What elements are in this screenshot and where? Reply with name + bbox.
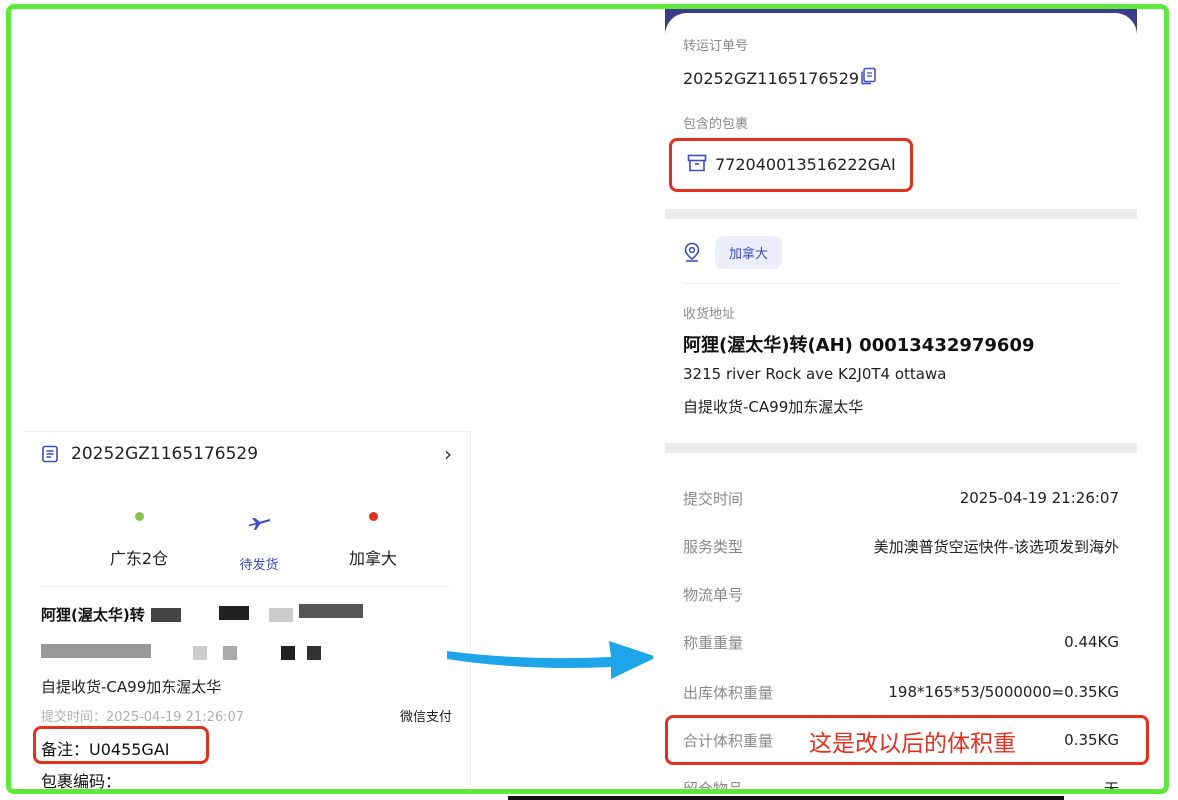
- section-divider: [665, 209, 1137, 219]
- detail-row-tracking-no: 物流单号: [683, 583, 1119, 605]
- submit-time: 提交时间：2025-04-19 21:26:07: [41, 710, 245, 725]
- plane-icon: [248, 518, 270, 530]
- detail-row-service-type: 服务类型 美加澳普货空运快件-该选项发到海外: [683, 535, 1119, 557]
- location-pin-icon: [684, 242, 700, 262]
- order-summary-card[interactable]: 20252GZ1165176529 › 广东2仓 待发货 加拿大 阿狸(渥太华)…: [23, 431, 471, 791]
- chevron-right-icon[interactable]: ›: [444, 442, 452, 466]
- transfer-order-label: 转运订单号: [683, 39, 749, 54]
- detail-row-weight: 称重重量 0.44KG: [683, 631, 1119, 653]
- row-value: 无: [1103, 779, 1119, 794]
- row-value: 0.44KG: [1064, 633, 1119, 651]
- destination-label: 加拿大: [348, 549, 397, 568]
- remark: 备注：U0455GAI: [41, 740, 170, 759]
- row-key: 合计体积重量: [683, 731, 774, 750]
- redacted-block: [151, 608, 181, 622]
- detail-row-stored-items: 留仓物品 无: [683, 777, 1119, 794]
- transfer-order-number: 20252GZ1165176529: [683, 69, 860, 88]
- redacted-block: [269, 608, 293, 622]
- divider: [41, 586, 452, 587]
- screenshot-frame: 20252GZ1165176529 › 广东2仓 待发货 加拿大 阿狸(渥太华)…: [6, 4, 1169, 794]
- row-value: 2025-04-19 21:26:07: [959, 489, 1119, 507]
- pickup-method: 自提收货-CA99加东渥太华: [41, 678, 222, 696]
- detail-row-outbound-volume: 出库体积重量 198*165*53/5000000=0.35KG: [683, 681, 1119, 703]
- order-number: 20252GZ1165176529: [71, 444, 259, 464]
- recipient-name: 阿狸(渥太华)转: [41, 606, 145, 624]
- copy-icon[interactable]: [859, 67, 877, 85]
- package-box-icon: [687, 154, 707, 172]
- section-divider: [665, 443, 1137, 453]
- pickup-method: 自提收货-CA99加东渥太华: [683, 398, 864, 416]
- row-value: 美加澳普货空运快件-该选项发到海外: [873, 537, 1119, 556]
- shipping-route: 广东2仓 待发货 加拿大: [23, 504, 471, 574]
- package-number[interactable]: 772040013516222GAI: [715, 155, 896, 174]
- packages-label: 包含的包裹: [683, 117, 749, 132]
- origin-dot-icon: [134, 512, 144, 521]
- bottom-edge-bar: [508, 796, 1064, 800]
- redacted-block: [223, 646, 237, 660]
- row-key: 服务类型: [683, 537, 744, 556]
- order-header-row[interactable]: 20252GZ1165176529 ›: [41, 440, 452, 468]
- address-label: 收货地址: [683, 307, 736, 322]
- row-value: 198*165*53/5000000=0.35KG: [888, 683, 1119, 701]
- route-status: 待发货: [199, 504, 319, 573]
- payment-method: 微信支付: [399, 710, 452, 725]
- redacted-block: [299, 604, 363, 618]
- detail-row-submit-time: 提交时间 2025-04-19 21:26:07: [683, 487, 1119, 509]
- redacted-block: [281, 646, 295, 660]
- country-chip: 加拿大: [715, 236, 783, 269]
- redacted-block: [307, 646, 321, 660]
- divider: [683, 283, 1119, 284]
- recipient-address: 3215 river Rock ave K2J0T4 ottawa: [683, 365, 947, 383]
- redacted-block: [41, 644, 151, 658]
- origin-label: 广东2仓: [109, 549, 169, 568]
- document-icon: [42, 445, 58, 463]
- row-key: 留仓物品: [683, 779, 744, 794]
- destination-dot-icon: [368, 512, 378, 521]
- row-key: 物流单号: [683, 585, 744, 604]
- package-code-label: 包裹编码：: [41, 772, 122, 791]
- route-destination: 加拿大: [313, 504, 433, 569]
- annotation-text: 这是改以后的体积重: [809, 731, 1016, 757]
- row-key: 提交时间: [683, 489, 744, 508]
- order-detail-card: 转运订单号 20252GZ1165176529 包含的包裹 7720400135…: [653, 9, 1149, 794]
- redacted-block: [219, 606, 249, 620]
- row-key: 称重重量: [683, 633, 744, 652]
- recipient-name-phone: 阿狸(渥太华)转(AH) 00013432979609: [683, 335, 1035, 356]
- status-label: 待发货: [239, 558, 279, 573]
- row-key: 出库体积重量: [683, 683, 774, 702]
- submit-row: 提交时间：2025-04-19 21:26:07 微信支付: [41, 706, 452, 725]
- redacted-block: [193, 646, 207, 660]
- blue-arrow-icon: [447, 641, 657, 679]
- row-value: 0.35KG: [1064, 731, 1119, 749]
- route-origin: 广东2仓: [79, 504, 199, 569]
